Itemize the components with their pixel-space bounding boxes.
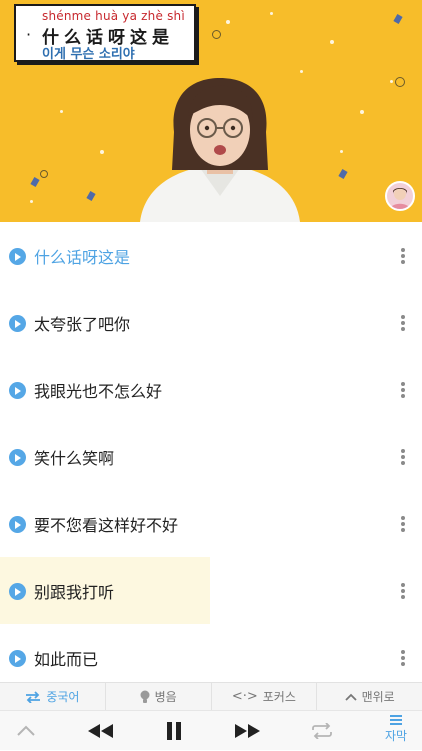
avatar [385,181,415,211]
pinyin-label: 병음 [154,690,177,704]
confetti-dot [100,150,104,154]
repeat-icon [312,723,332,739]
confetti-ring [395,77,405,87]
confetti-shard [30,177,40,187]
confetti-dot [226,20,230,24]
sentence-text: 什么话呀这是 [34,248,131,267]
language-label: 중국어 [46,690,80,704]
sentence-text: 笑什么笑啊 [34,449,115,468]
swap-arrows-icon [26,690,41,703]
focus-button[interactable]: <·> 포커스 [212,683,318,710]
list-item[interactable]: 我眼光也不怎么好 [0,356,422,423]
presenter-image [140,78,300,222]
list-item[interactable]: 别跟我打听 [0,557,422,624]
pause-button[interactable] [158,711,190,751]
options-toolbar: 중국어 병음 <·> 포커스 맨위로 [0,682,422,710]
list-item[interactable]: 太夸张了吧你 [0,289,422,356]
play-icon[interactable] [9,583,26,600]
lightbulb-icon [140,690,150,703]
more-vertical-icon[interactable] [400,248,406,266]
chevron-up-icon [344,693,357,701]
confetti-shard [393,14,403,24]
playback-toolbar: 자막 [0,710,422,750]
code-arrows-icon: <·> [231,689,258,704]
caption-box: shénme huà ya zhè shì · 什么话呀这是 이게 무슨 소리야 [14,4,196,62]
play-icon[interactable] [9,650,26,667]
more-vertical-icon[interactable] [400,449,406,467]
more-vertical-icon[interactable] [400,650,406,668]
confetti-dot [270,12,273,15]
sentence-text: 我眼光也不怎么好 [34,382,163,401]
caption-pinyin: shénme huà ya zhè shì [42,9,185,23]
forward-button[interactable] [230,711,266,751]
sentence-list: 什么话呀这是 太夸张了吧你 我眼光也不怎么好 笑什么笑啊 要不您看这样好不好 别… [0,222,422,682]
pause-icon [167,722,181,740]
to-top-label: 맨위로 [361,690,395,704]
caption-bullet: · [26,25,32,44]
sentence-text: 别跟我打听 [34,583,115,602]
focus-label: 포커스 [262,690,296,704]
list-item[interactable]: 什么话呀这是 [0,222,422,289]
sentence-text: 要不您看这样好不好 [34,516,179,535]
language-button[interactable]: 중국어 [0,683,106,710]
more-vertical-icon[interactable] [400,382,406,400]
subtitle-label: 자막 [384,729,408,743]
play-icon[interactable] [9,315,26,332]
play-icon[interactable] [9,382,26,399]
collapse-button[interactable] [8,711,44,751]
repeat-button[interactable] [304,711,340,751]
confetti-dot [390,80,393,83]
rewind-icon [88,724,113,738]
fast-forward-icon [235,724,260,738]
sentence-text: 太夸张了吧你 [34,315,131,334]
confetti-dot [330,40,334,44]
list-item[interactable]: 如此而已 [0,624,422,691]
more-vertical-icon[interactable] [400,583,406,601]
more-vertical-icon[interactable] [400,516,406,534]
play-icon[interactable] [9,248,26,265]
confetti-dot [360,110,364,114]
confetti-ring [40,170,48,178]
confetti-dot [60,110,63,113]
play-icon[interactable] [9,449,26,466]
pinyin-button[interactable]: 병음 [106,683,212,710]
subtitle-button[interactable]: 자막 [376,713,416,749]
subtitle-lines-icon [390,715,402,725]
chevron-up-icon [17,725,35,736]
caption-korean: 이게 무슨 소리야 [42,47,135,62]
confetti-ring [212,30,221,39]
confetti-shard [86,191,96,201]
confetti-shard [338,169,348,179]
confetti-dot [340,150,343,153]
play-icon[interactable] [9,516,26,533]
list-item[interactable]: 要不您看这样好不好 [0,490,422,557]
more-vertical-icon[interactable] [400,315,406,333]
to-top-button[interactable]: 맨위로 [317,683,422,710]
sentence-text: 如此而已 [34,650,99,669]
rewind-button[interactable] [82,711,118,751]
list-item[interactable]: 笑什么笑啊 [0,423,422,490]
video-player[interactable]: shénme huà ya zhè shì · 什么话呀这是 이게 무슨 소리야 [0,0,422,222]
confetti-dot [30,200,33,203]
